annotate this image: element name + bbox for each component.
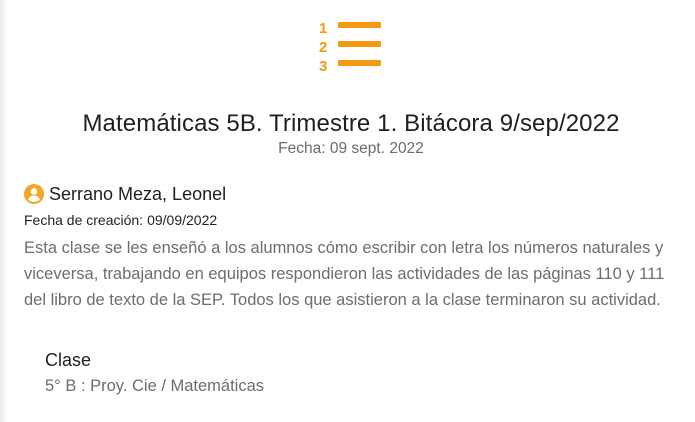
class-value: 5° B : Proy. Cie / Matemáticas (45, 377, 265, 395)
user-circle-icon (24, 184, 44, 204)
svg-text:3: 3 (319, 58, 327, 75)
author-row: Serrano Meza, Leonel (24, 183, 226, 205)
numbered-list-icon: 1 2 3 (319, 20, 381, 75)
svg-text:1: 1 (319, 20, 327, 37)
log-date: Fecha: 09 sept. 2022 (278, 140, 424, 157)
left-edge-shadow (0, 0, 8, 422)
log-entry-page: 1 2 3 Matemáticas 5B. Trimestre 1. Bitác… (0, 0, 695, 422)
svg-text:2: 2 (319, 39, 327, 56)
creation-date-label: Fecha de creación: (24, 212, 144, 228)
class-heading: Clase (45, 350, 92, 370)
creation-date-value: 09/09/2022 (147, 212, 218, 228)
author-name: Serrano Meza, Leonel (49, 183, 227, 204)
entry-description: Esta clase se les enseñó a los alumnos c… (24, 239, 665, 309)
page-title: Matemáticas 5B. Trimestre 1. Bitácora 9/… (82, 110, 620, 137)
creation-date: Fecha de creación: 09/09/2022 (24, 212, 217, 228)
